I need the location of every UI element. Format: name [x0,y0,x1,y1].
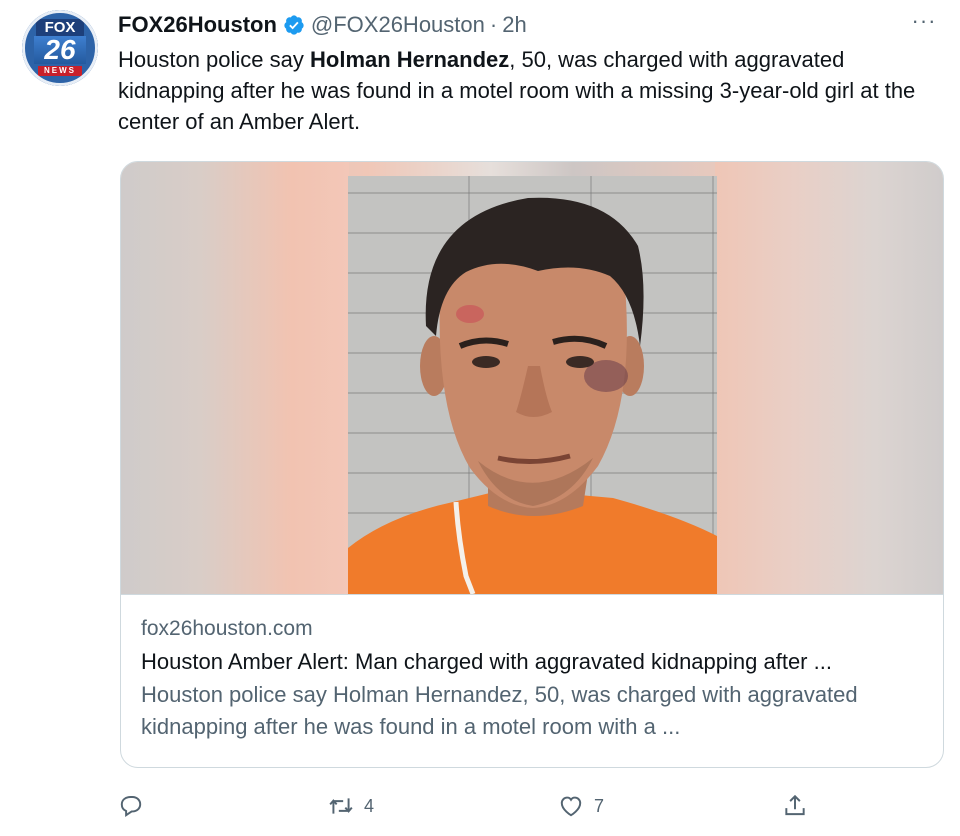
verified-badge-icon [284,15,304,35]
retweet-icon [329,798,353,814]
avatar-ring [22,10,98,86]
like-button[interactable]: 7 [558,788,604,824]
link-card-title: Houston Amber Alert: Man charged with ag… [141,649,832,674]
blurred-background-right [715,162,943,594]
share-button[interactable] [782,788,818,824]
retweet-button[interactable]: 4 [328,788,374,824]
separator-dot: · [489,12,498,37]
link-card-description: Houston police say Holman Hernandez, 50,… [141,682,858,739]
more-options-icon[interactable]: ··· [910,10,938,34]
reply-icon [120,796,142,818]
blurred-background-left [121,162,349,594]
tweet-text-name: Holman Hernandez [310,47,510,72]
link-card-domain: fox26houston.com [141,617,313,640]
like-count: 7 [594,795,605,816]
mugshot-photo [348,176,717,594]
retweet-count: 4 [364,795,375,816]
tweet-text: Houston police say Holman Hernandez, 50,… [118,44,938,137]
tweet-actions: 4 7 [118,788,938,824]
tweet-text-start: Houston police say [118,47,310,72]
reply-button[interactable] [118,788,154,824]
link-card[interactable]: fox26houston.com Houston Amber Alert: Ma… [120,161,944,768]
share-icon [785,794,805,816]
display-name[interactable]: FOX26Houston [118,12,277,38]
timestamp[interactable]: 2h [502,12,526,38]
account-handle[interactable]: @FOX26Houston [311,12,485,38]
tweet-header: FOX26Houston @FOX26Houston · 2h [118,10,527,40]
account-avatar[interactable]: FOX 26 NEWS [22,10,98,86]
heart-icon [560,796,582,817]
link-card-media[interactable] [121,162,943,594]
link-card-body[interactable]: fox26houston.com Houston Amber Alert: Ma… [121,594,943,767]
